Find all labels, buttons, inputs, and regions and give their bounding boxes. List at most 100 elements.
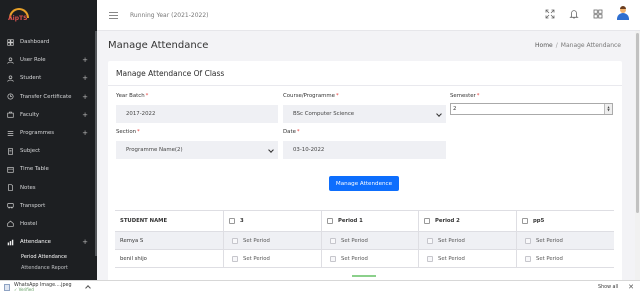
sidebar-item-attendance[interactable]: Attendance + bbox=[0, 233, 97, 251]
period-checkbox[interactable] bbox=[525, 255, 531, 262]
column-header-period: Period 1 bbox=[322, 211, 419, 231]
sidebar-item-notes[interactable]: Notes bbox=[0, 179, 97, 197]
date-label: Date* bbox=[283, 129, 300, 135]
course-label: Course/Programme* bbox=[283, 93, 339, 99]
sidebar-item-label: Time Table bbox=[20, 166, 49, 173]
chevron-up-icon[interactable] bbox=[84, 285, 91, 291]
topbar: Running Year (2021-2022) bbox=[97, 0, 640, 31]
page-scrollbar[interactable] bbox=[635, 31, 640, 280]
plus-icon: + bbox=[82, 238, 88, 247]
period-cell[interactable]: Set Period bbox=[322, 250, 419, 267]
table-row: benil shijo Set Period Set Period Set Pe… bbox=[115, 250, 614, 268]
transport-icon bbox=[7, 202, 14, 209]
period-checkbox[interactable] bbox=[427, 237, 433, 244]
period-cell[interactable]: Set Period bbox=[517, 250, 614, 267]
sidebar-item-faculty[interactable]: Faculty + bbox=[0, 106, 97, 124]
select-all-checkbox[interactable] bbox=[229, 218, 235, 224]
period-checkbox[interactable] bbox=[330, 237, 336, 244]
attendance-card: Manage Attendance Of Class Year Batch* 2… bbox=[108, 61, 622, 293]
sidebar: AipTS Dashboard User Role + Student + Tr… bbox=[0, 0, 97, 280]
sidebar-item-student[interactable]: Student + bbox=[0, 69, 97, 87]
download-status: ✓ Verified bbox=[14, 286, 34, 292]
sidebar-item-programmes[interactable]: Programmes + bbox=[0, 124, 97, 142]
subject-icon bbox=[7, 148, 14, 155]
submit-button-partial[interactable] bbox=[352, 275, 376, 277]
period-checkbox[interactable] bbox=[232, 237, 238, 244]
period-checkbox[interactable] bbox=[525, 237, 531, 244]
sidebar-item-user-role[interactable]: User Role + bbox=[0, 51, 97, 69]
period-cell[interactable]: Set Period bbox=[419, 250, 517, 267]
sidebar-item-hostel[interactable]: Hostel bbox=[0, 215, 97, 233]
fullscreen-icon[interactable] bbox=[545, 9, 555, 19]
plus-icon: + bbox=[82, 56, 88, 65]
logo-text: AipTS bbox=[8, 14, 28, 22]
sidebar-item-label: Notes bbox=[20, 184, 36, 191]
plus-icon: + bbox=[82, 74, 88, 83]
spinner-icon[interactable]: ▲ ▼ bbox=[604, 104, 612, 114]
sidebar-item-label: Attendance bbox=[20, 239, 51, 246]
select-all-checkbox[interactable] bbox=[424, 218, 430, 224]
date-input[interactable]: 03-10-2022 bbox=[283, 141, 446, 159]
course-select[interactable]: BSc Computer Science bbox=[283, 105, 446, 123]
plus-icon: + bbox=[82, 129, 88, 138]
sidebar-subitem-attendance-report[interactable]: Attendance Report bbox=[0, 262, 97, 273]
chevron-down-icon bbox=[436, 111, 442, 117]
menu-toggle-icon[interactable] bbox=[109, 10, 118, 21]
period-checkbox[interactable] bbox=[330, 255, 336, 262]
logo-area: AipTS bbox=[0, 0, 97, 31]
period-cell[interactable]: Set Period bbox=[224, 232, 322, 249]
period-checkbox[interactable] bbox=[427, 255, 433, 262]
period-checkbox[interactable] bbox=[232, 255, 238, 262]
sidebar-item-dashboard[interactable]: Dashboard bbox=[0, 33, 97, 51]
column-header-period: Period 2 bbox=[419, 211, 517, 231]
sidebar-item-label: Dashboard bbox=[20, 39, 50, 46]
manage-attendance-button[interactable]: Manage Attendence bbox=[329, 176, 399, 191]
year-batch-select[interactable]: 2017-2022 bbox=[116, 105, 278, 123]
student-name: benil shijo bbox=[115, 250, 224, 267]
timetable-icon bbox=[7, 166, 14, 173]
sidebar-item-label: Faculty bbox=[20, 111, 40, 118]
student-name: Remya S bbox=[115, 232, 224, 249]
period-cell[interactable]: Set Period bbox=[419, 232, 517, 249]
close-icon[interactable]: ✕ bbox=[628, 284, 634, 291]
sidebar-item-label: Transport bbox=[20, 202, 46, 209]
chevron-down-icon bbox=[268, 147, 274, 153]
select-all-checkbox[interactable] bbox=[522, 218, 528, 224]
faculty-icon bbox=[7, 111, 14, 118]
sidebar-item-time-table[interactable]: Time Table bbox=[0, 160, 97, 178]
period-cell[interactable]: Set Period bbox=[322, 232, 419, 249]
card-title: Manage Attendance Of Class bbox=[116, 69, 225, 78]
period-cell[interactable]: Set Period bbox=[224, 250, 322, 267]
attendance-table: STUDENT NAME 3 Period 1 Period 2 pp5 Rem… bbox=[115, 210, 614, 268]
sidebar-item-transfer-certificate[interactable]: Transfer Certificate + bbox=[0, 88, 97, 106]
user-avatar[interactable] bbox=[617, 6, 629, 20]
app-logo[interactable]: AipTS bbox=[8, 7, 30, 24]
dashboard-icon bbox=[7, 38, 14, 46]
bell-icon[interactable] bbox=[569, 9, 579, 19]
student-icon bbox=[7, 75, 14, 82]
table-row: Remya S Set Period Set Period Set Period… bbox=[115, 232, 614, 250]
sidebar-item-label: Student bbox=[20, 75, 42, 82]
download-item[interactable]: WhatsApp Image....jpeg ✓ Verified bbox=[4, 281, 91, 293]
sidebar-scrollbar[interactable] bbox=[95, 31, 97, 256]
page-title: Manage Attendance bbox=[108, 40, 209, 51]
plus-icon: + bbox=[82, 110, 88, 119]
semester-label: Semester* bbox=[450, 93, 480, 99]
semester-select[interactable]: 2 ▲ ▼ bbox=[450, 103, 613, 115]
apps-grid-icon[interactable] bbox=[593, 9, 603, 19]
section-select[interactable]: Programme Name(2) bbox=[116, 141, 278, 159]
scrollbar-thumb[interactable] bbox=[636, 33, 639, 213]
breadcrumb-home[interactable]: Home bbox=[535, 42, 553, 49]
period-cell[interactable]: Set Period bbox=[517, 232, 614, 249]
column-header-period: pp5 bbox=[517, 211, 614, 231]
programmes-icon bbox=[7, 130, 14, 137]
download-bar: WhatsApp Image....jpeg ✓ Verified Show a… bbox=[0, 280, 640, 293]
sidebar-item-label: Subject bbox=[20, 148, 41, 155]
sidebar-item-transport[interactable]: Transport bbox=[0, 197, 97, 215]
plus-icon: + bbox=[82, 92, 88, 101]
sidebar-subitem-period-attendance[interactable]: Period Attendance bbox=[0, 251, 97, 262]
sidebar-item-subject[interactable]: Subject bbox=[0, 142, 97, 160]
show-all-button[interactable]: Show all bbox=[598, 285, 618, 290]
select-all-checkbox[interactable] bbox=[327, 218, 333, 224]
breadcrumb: Home / Manage Attendance bbox=[535, 42, 621, 49]
